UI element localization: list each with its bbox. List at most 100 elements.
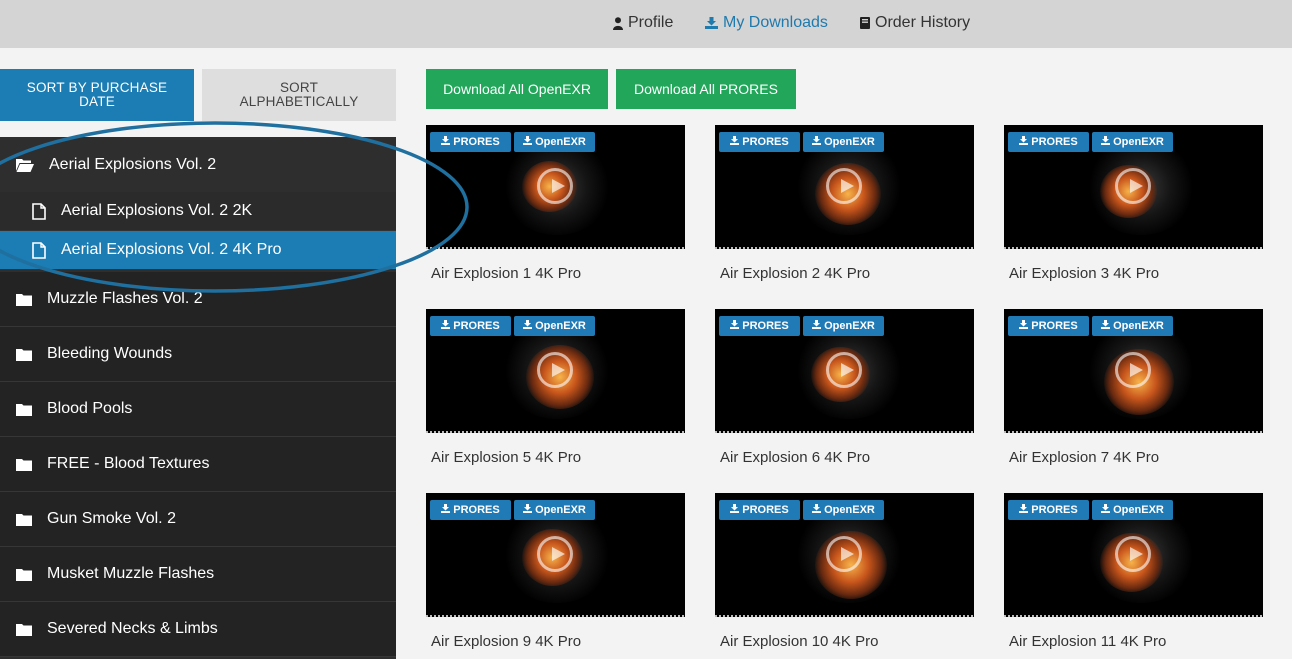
sidebar-folder-severed-necks-limbs[interactable]: Severed Necks & Limbs xyxy=(0,602,396,657)
prores-download-badge[interactable]: PRORES xyxy=(430,500,511,520)
video-thumbnail[interactable]: PRORES OpenEXR xyxy=(1004,309,1263,433)
sidebar-folder-aerial-explosions[interactable]: Aerial Explosions Vol. 2 xyxy=(0,137,396,192)
download-icon xyxy=(1019,320,1029,332)
play-icon[interactable] xyxy=(537,352,573,388)
download-icon xyxy=(812,504,822,516)
play-icon[interactable] xyxy=(826,168,862,204)
badge-label: OpenEXR xyxy=(535,136,586,148)
prores-download-badge[interactable]: PRORES xyxy=(719,500,800,520)
video-thumbnail[interactable]: PRORES OpenEXR xyxy=(426,493,685,617)
download-all-openexr-label: Download All OpenEXR xyxy=(443,81,591,97)
sort-alphabetically-button[interactable]: SORT ALPHABETICALLY xyxy=(202,69,396,121)
video-thumbnail[interactable]: PRORES OpenEXR xyxy=(715,309,974,433)
prores-download-badge[interactable]: PRORES xyxy=(430,316,511,336)
video-title[interactable]: Air Explosion 10 4K Pro xyxy=(720,633,878,650)
prores-download-badge[interactable]: PRORES xyxy=(1008,500,1089,520)
prores-download-badge[interactable]: PRORES xyxy=(430,132,511,152)
video-thumbnail[interactable]: PRORES OpenEXR xyxy=(715,125,974,249)
sidebar-file-2k[interactable]: Aerial Explosions Vol. 2 2K xyxy=(0,192,396,231)
badge-label: PRORES xyxy=(742,504,789,516)
openexr-download-badge[interactable]: OpenEXR xyxy=(1092,132,1173,152)
file-icon xyxy=(32,202,46,220)
sidebar-folder-free-blood-textures[interactable]: FREE - Blood Textures xyxy=(0,437,396,492)
openexr-download-badge[interactable]: OpenEXR xyxy=(803,132,884,152)
video-thumbnail[interactable]: PRORES OpenEXR xyxy=(715,493,974,617)
openexr-download-badge[interactable]: OpenEXR xyxy=(803,500,884,520)
play-icon[interactable] xyxy=(826,536,862,572)
video-title[interactable]: Air Explosion 3 4K Pro xyxy=(1009,265,1159,282)
play-icon[interactable] xyxy=(1115,536,1151,572)
video-thumbnail[interactable]: PRORES OpenEXR xyxy=(1004,493,1263,617)
download-icon xyxy=(441,320,451,332)
prores-download-badge[interactable]: PRORES xyxy=(1008,132,1089,152)
download-icon xyxy=(730,136,740,148)
openexr-download-badge[interactable]: OpenEXR xyxy=(514,316,595,336)
download-icon xyxy=(1101,136,1111,148)
sidebar-file-label: Aerial Explosions Vol. 2 4K Pro xyxy=(61,241,282,258)
openexr-download-badge[interactable]: OpenEXR xyxy=(514,132,595,152)
nav-order-history-link[interactable]: Order History xyxy=(860,14,970,32)
download-all-prores-button[interactable]: Download All PRORES xyxy=(616,69,796,109)
prores-download-badge[interactable]: PRORES xyxy=(719,316,800,336)
play-icon[interactable] xyxy=(1115,352,1151,388)
document-icon xyxy=(860,17,870,29)
video-title[interactable]: Air Explosion 7 4K Pro xyxy=(1009,449,1159,466)
play-icon[interactable] xyxy=(537,168,573,204)
download-all-openexr-button[interactable]: Download All OpenEXR xyxy=(426,69,608,109)
sidebar-file-4k-pro[interactable]: Aerial Explosions Vol. 2 4K Pro xyxy=(0,231,396,270)
folder-icon xyxy=(16,403,32,416)
openexr-download-badge[interactable]: OpenEXR xyxy=(514,500,595,520)
prores-download-badge[interactable]: PRORES xyxy=(1008,316,1089,336)
video-thumbnail[interactable]: PRORES OpenEXR xyxy=(426,309,685,433)
nav-downloads-link[interactable]: My Downloads xyxy=(705,14,828,32)
badge-label: PRORES xyxy=(1031,504,1078,516)
openexr-download-badge[interactable]: OpenEXR xyxy=(1092,316,1173,336)
video-thumbnail[interactable]: PRORES OpenEXR xyxy=(1004,125,1263,249)
video-title[interactable]: Air Explosion 9 4K Pro xyxy=(431,633,581,650)
video-title[interactable]: Air Explosion 2 4K Pro xyxy=(720,265,870,282)
download-icon xyxy=(812,136,822,148)
play-icon[interactable] xyxy=(537,536,573,572)
play-icon[interactable] xyxy=(826,352,862,388)
prores-download-badge[interactable]: PRORES xyxy=(719,132,800,152)
sidebar-folder-gun-smoke[interactable]: Gun Smoke Vol. 2 xyxy=(0,492,396,547)
download-icon xyxy=(523,320,533,332)
file-icon xyxy=(32,241,46,259)
folder-icon xyxy=(16,293,32,306)
badge-label: PRORES xyxy=(742,320,789,332)
nav-profile-link[interactable]: Profile xyxy=(613,14,673,32)
badge-label: OpenEXR xyxy=(535,320,586,332)
badge-label: PRORES xyxy=(453,320,500,332)
nav-order-history-label: Order History xyxy=(875,14,971,31)
badge-label: OpenEXR xyxy=(824,504,875,516)
nav-profile-label: Profile xyxy=(628,14,674,31)
sidebar-folder-musket-muzzle-flashes[interactable]: Musket Muzzle Flashes xyxy=(0,547,396,602)
video-title[interactable]: Air Explosion 11 4K Pro xyxy=(1009,633,1166,650)
badge-label: PRORES xyxy=(742,136,789,148)
download-icon xyxy=(1019,136,1029,148)
video-title[interactable]: Air Explosion 6 4K Pro xyxy=(720,449,870,466)
video-thumbnail[interactable]: PRORES OpenEXR xyxy=(426,125,685,249)
sidebar-folder-label: FREE - Blood Textures xyxy=(47,455,210,472)
badge-label: OpenEXR xyxy=(1113,504,1164,516)
download-icon xyxy=(523,136,533,148)
badge-label: OpenEXR xyxy=(535,504,586,516)
folder-icon xyxy=(16,348,32,361)
play-icon[interactable] xyxy=(1115,168,1151,204)
sidebar-folder-bleeding-wounds[interactable]: Bleeding Wounds xyxy=(0,327,396,382)
top-navigation-bar: Profile My Downloads Order History xyxy=(0,0,1292,48)
sidebar-folder-label: Muzzle Flashes Vol. 2 xyxy=(47,290,203,307)
badge-label: PRORES xyxy=(1031,136,1078,148)
sidebar-folder-label: Musket Muzzle Flashes xyxy=(47,565,215,582)
product-sidebar: Aerial Explosions Vol. 2 Aerial Explosio… xyxy=(0,137,396,659)
sidebar-folder-muzzle-flashes[interactable]: Muzzle Flashes Vol. 2 xyxy=(0,272,396,327)
sidebar-folder-blood-pools[interactable]: Blood Pools xyxy=(0,382,396,437)
sort-by-purchase-date-button[interactable]: SORT BY PURCHASE DATE xyxy=(0,69,194,121)
video-title[interactable]: Air Explosion 1 4K Pro xyxy=(431,265,581,282)
openexr-download-badge[interactable]: OpenEXR xyxy=(803,316,884,336)
video-title[interactable]: Air Explosion 5 4K Pro xyxy=(431,449,581,466)
folder-icon xyxy=(16,458,32,471)
sort-by-date-label: SORT BY PURCHASE DATE xyxy=(26,80,168,109)
download-icon xyxy=(1101,504,1111,516)
openexr-download-badge[interactable]: OpenEXR xyxy=(1092,500,1173,520)
